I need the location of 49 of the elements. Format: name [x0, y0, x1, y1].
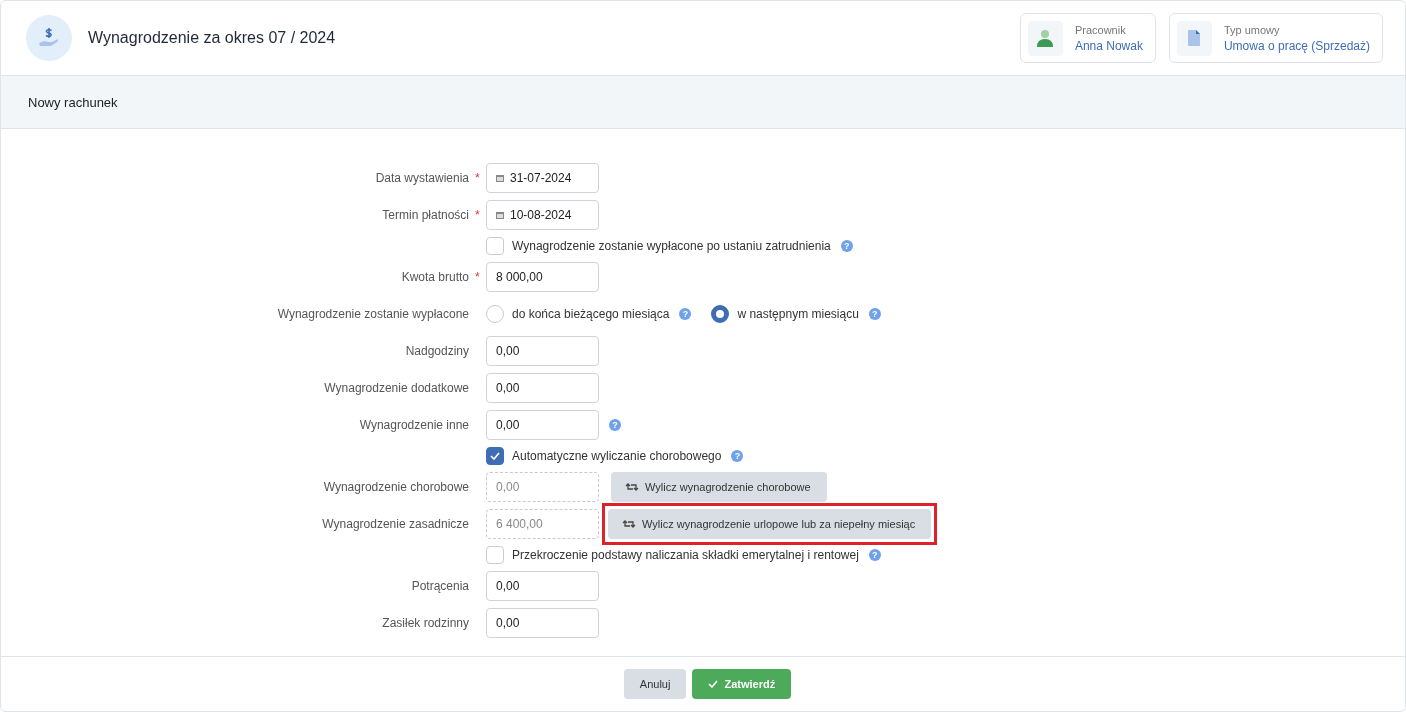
checkbox-label: Wynagrodzenie zostanie wypłacone po ustaniu zatrudnienia: [512, 238, 831, 253]
input-field[interactable]: 0,00: [486, 570, 599, 601]
field-label: Termin płatności: [382, 207, 469, 222]
calculate-button[interactable]: Wylicz wynagrodzenie urlopowe lub za niepełny miesiąc: [608, 508, 932, 539]
checkbox[interactable]: [486, 446, 504, 465]
input-field[interactable]: 0,00: [486, 409, 599, 440]
readonly-field: 0,00: [486, 471, 599, 502]
field-label: Wynagrodzenie dodatkowe: [324, 380, 469, 395]
field-label: Kwota brutto: [401, 269, 469, 284]
repeat-icon: [625, 481, 639, 492]
radio-button[interactable]: [711, 304, 730, 323]
date-field[interactable]: 10-08-2024: [486, 199, 599, 230]
field-label: Zasiłek rodzinny: [382, 615, 469, 630]
input-field[interactable]: 0,00: [486, 607, 599, 638]
radio-label: do końca bieżącego miesiąca: [512, 306, 670, 321]
date-field[interactable]: 31-07-2024: [486, 162, 599, 193]
page-title: Wynagrodzenie za okres 07 / 2024: [88, 29, 337, 47]
calculate-button[interactable]: Wylicz wynagrodzenie chorobowe: [611, 471, 827, 502]
input-field[interactable]: 8 000,00: [486, 261, 599, 292]
calendar-icon: [496, 173, 504, 182]
radio-label: w następnym miesiącu: [737, 306, 859, 321]
required-mark: *: [474, 170, 481, 185]
input-field[interactable]: 0,00: [486, 372, 599, 403]
check-icon: [708, 680, 719, 688]
info-caption: Typ umowy: [1223, 23, 1281, 36]
checkbox-label: Automatyczne wyliczanie chorobowego: [512, 448, 722, 463]
input-field[interactable]: 0,00: [486, 335, 599, 366]
field-label: Data wystawienia: [375, 170, 469, 185]
repeat-icon: [622, 518, 636, 529]
cancel-button[interactable]: Anuluj: [623, 669, 687, 699]
field-label: Wynagrodzenie zostanie wypłacone: [277, 306, 469, 321]
field-label: Nadgodziny: [405, 343, 469, 358]
salary-icon: [26, 15, 72, 61]
checkbox-label: Przekroczenie podstawy naliczania składki emerytalnej i rentowej: [512, 547, 859, 562]
document-icon: [1188, 30, 1201, 46]
field-label: Wynagrodzenie inne: [359, 417, 469, 432]
check-icon: [490, 451, 500, 460]
calendar-icon: [496, 210, 504, 219]
field-label: Wynagrodzenie zasadnicze: [322, 516, 469, 531]
required-mark: *: [474, 207, 481, 222]
readonly-field: 6 400,00: [486, 508, 599, 539]
section-header: Nowy rachunek: [1, 76, 1405, 129]
required-mark: *: [474, 269, 481, 284]
field-label: Potrącenia: [411, 578, 469, 593]
info-value[interactable]: Anna Nowak: [1074, 38, 1143, 53]
info-caption: Pracownik: [1074, 23, 1127, 36]
person-icon: [1037, 29, 1054, 47]
info-value[interactable]: Umowa o pracę (Sprzedaż): [1223, 38, 1370, 53]
field-label: Wynagrodzenie chorobowe: [323, 479, 469, 494]
